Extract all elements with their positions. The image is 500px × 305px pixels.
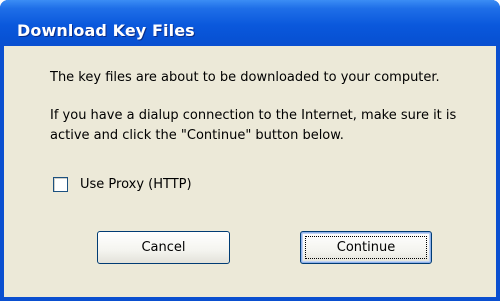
use-proxy-checkbox[interactable] — [53, 176, 68, 192]
dialog-title: Download Key Files — [17, 21, 195, 40]
continue-button-label: Continue — [336, 240, 396, 255]
dialup-instruction-line-1: If you have a dialup connection to the I… — [50, 108, 457, 123]
dialup-instruction: If you have a dialup connection to the I… — [50, 106, 456, 146]
continue-button[interactable]: Continue — [300, 231, 432, 264]
download-key-files-dialog: Download Key Files The key files are abo… — [0, 0, 500, 301]
cancel-button[interactable]: Cancel — [97, 231, 230, 264]
dialup-instruction-line-2: active and click the "Continue" button b… — [50, 128, 344, 143]
download-message: The key files are about to be downloaded… — [50, 70, 440, 85]
use-proxy-label[interactable]: Use Proxy (HTTP) — [80, 177, 192, 192]
dialog-title-bar[interactable]: Download Key Files — [0, 0, 500, 46]
use-proxy-option[interactable]: Use Proxy (HTTP) — [53, 176, 192, 192]
dialog-body: The key files are about to be downloaded… — [4, 46, 496, 297]
